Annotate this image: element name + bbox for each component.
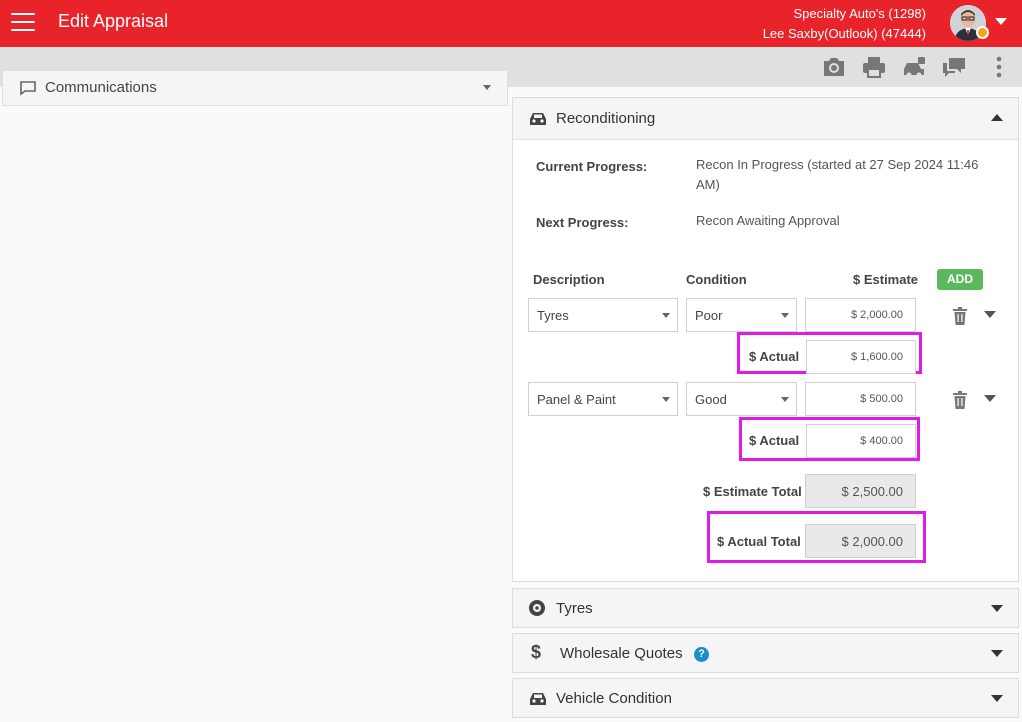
recon-car-icon <box>528 109 548 132</box>
status-badge <box>976 26 989 39</box>
car-icon[interactable] <box>901 55 927 79</box>
actual-total-label: $ Actual Total <box>717 534 801 549</box>
select-caret-icon <box>781 313 789 318</box>
chevron-down-icon[interactable] <box>991 650 1003 657</box>
print-icon[interactable] <box>861 55 887 79</box>
wholesale-quotes-section[interactable]: $ Wholesale Quotes ? <box>512 633 1019 673</box>
description-select[interactable]: Panel & Paint <box>528 382 678 416</box>
help-icon[interactable]: ? <box>694 647 709 662</box>
wholesale-quotes-title: Wholesale Quotes <box>560 645 683 662</box>
actual-input[interactable]: $ 1,600.00 <box>806 340 916 374</box>
communications-section[interactable]: Communications <box>2 70 508 106</box>
condition-value: Good <box>695 392 727 407</box>
estimate-total-value: $ 2,500.00 <box>805 474 916 508</box>
communications-icon <box>19 80 37 101</box>
condition-select[interactable]: Good <box>686 382 797 416</box>
tyre-icon <box>528 599 546 622</box>
menu-icon[interactable] <box>11 13 35 33</box>
actual-total-value: $ 2,000.00 <box>805 524 916 558</box>
camera-icon[interactable] <box>821 55 847 79</box>
dealer-name: Specialty Auto's (1298) <box>793 6 926 21</box>
chat-icon[interactable] <box>941 55 967 79</box>
trash-icon[interactable] <box>952 307 968 325</box>
top-bar: Edit Appraisal Specialty Auto's (1298) L… <box>0 0 1022 47</box>
chevron-down-icon[interactable] <box>991 605 1003 612</box>
description-column-header: Description <box>533 272 605 287</box>
add-item-button[interactable]: ADD <box>937 269 983 290</box>
current-progress-label: Current Progress: <box>536 159 648 174</box>
description-value: Tyres <box>537 308 569 323</box>
car-icon <box>528 689 548 712</box>
trash-icon[interactable] <box>952 391 968 409</box>
estimate-total-label: $ Estimate Total <box>703 484 802 499</box>
dollar-icon: $ <box>531 642 542 662</box>
chevron-down-icon[interactable] <box>991 695 1003 702</box>
next-progress-value: Recon Awaiting Approval <box>696 213 840 228</box>
user-menu-caret-icon[interactable] <box>995 18 1007 25</box>
vehicle-condition-section[interactable]: Vehicle Condition <box>512 678 1019 718</box>
chevron-down-icon[interactable] <box>483 85 491 90</box>
vehicle-condition-title: Vehicle Condition <box>556 690 672 707</box>
select-caret-icon <box>662 397 670 402</box>
tyres-title: Tyres <box>556 600 593 617</box>
next-progress-label: Next Progress: <box>536 215 629 230</box>
user-name: Lee Saxby(Outlook) (47444) <box>762 26 926 41</box>
row-expand-icon[interactable] <box>984 311 996 318</box>
current-progress-value: Recon In Progress (started at 27 Sep 202… <box>696 157 979 192</box>
description-value: Panel & Paint <box>537 392 616 407</box>
reconditioning-header[interactable]: Reconditioning <box>513 98 1018 140</box>
condition-select[interactable]: Poor <box>686 298 797 332</box>
description-select[interactable]: Tyres <box>528 298 678 332</box>
estimate-input[interactable]: $ 500.00 <box>805 382 916 416</box>
communications-label: Communications <box>45 79 157 96</box>
actual-label: $ Actual <box>749 433 800 448</box>
actual-input[interactable]: $ 400.00 <box>806 424 916 458</box>
estimate-input[interactable]: $ 2,000.00 <box>805 298 916 332</box>
user-info: Specialty Auto's (1298) Lee Saxby(Outloo… <box>763 4 926 44</box>
condition-column-header: Condition <box>686 272 747 287</box>
chevron-up-icon[interactable] <box>991 114 1003 121</box>
row-expand-icon[interactable] <box>984 395 996 402</box>
select-caret-icon <box>781 397 789 402</box>
reconditioning-title: Reconditioning <box>556 110 656 127</box>
estimate-column-header: $ Estimate <box>853 272 919 287</box>
select-caret-icon <box>662 313 670 318</box>
more-vertical-icon[interactable] <box>988 55 1010 79</box>
page-title: Edit Appraisal <box>58 11 169 31</box>
tyres-section[interactable]: Tyres <box>512 588 1019 628</box>
condition-value: Poor <box>695 308 723 323</box>
actual-label: $ Actual <box>749 349 800 364</box>
